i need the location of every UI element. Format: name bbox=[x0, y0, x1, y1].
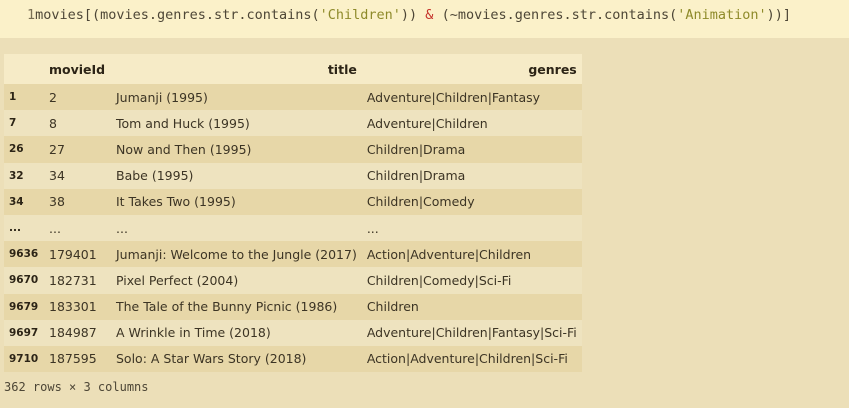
genres-cell: Children|Comedy bbox=[361, 188, 582, 215]
row-index: 9636 bbox=[4, 241, 44, 268]
movieid-cell: 183301 bbox=[44, 293, 111, 320]
code-line[interactable]: 1movies[(movies.genres.str.contains('Chi… bbox=[27, 0, 791, 30]
string-literal: 'Animation' bbox=[677, 7, 767, 23]
column-header-movieid: movieId bbox=[44, 54, 111, 84]
column-header-title: title bbox=[111, 54, 362, 84]
row-index: ... bbox=[4, 214, 44, 242]
row-index: 1 bbox=[4, 84, 44, 111]
genres-cell: Adventure|Children|Fantasy bbox=[361, 84, 582, 111]
row-index: 7 bbox=[4, 110, 44, 137]
string-literal: 'Children' bbox=[319, 7, 401, 23]
title-cell: ... bbox=[111, 214, 362, 242]
genres-cell: Children|Comedy|Sci-Fi bbox=[361, 267, 582, 294]
movieid-cell: ... bbox=[44, 214, 111, 242]
title-cell: Jumanji: Welcome to the Jungle (2017) bbox=[111, 241, 362, 268]
row-index: 9670 bbox=[4, 267, 44, 294]
table-row: 32 34 Babe (1995) Children|Drama bbox=[4, 162, 582, 189]
genres-cell: Action|Adventure|Children bbox=[361, 241, 582, 268]
line-number: 1 bbox=[27, 7, 36, 23]
genres-cell: Action|Adventure|Children|Sci-Fi bbox=[361, 345, 582, 373]
row-index: 9679 bbox=[4, 293, 44, 320]
movieid-cell: 184987 bbox=[44, 319, 111, 346]
code-segment: )) bbox=[400, 7, 418, 23]
code-segment: ))] bbox=[766, 7, 792, 23]
movieid-cell: 2 bbox=[44, 84, 111, 111]
title-cell: It Takes Two (1995) bbox=[111, 188, 362, 215]
title-cell: A Wrinkle in Time (2018) bbox=[111, 319, 362, 346]
genres-cell: Adventure|Children bbox=[361, 110, 582, 137]
code-segment: movies[(movies.genres.str.contains( bbox=[35, 7, 320, 23]
genres-cell: Children bbox=[361, 293, 582, 320]
table-row: 1 2 Jumanji (1995) Adventure|Children|Fanta… bbox=[4, 84, 582, 111]
row-index: 32 bbox=[4, 162, 44, 189]
title-cell: Pixel Perfect (2004) bbox=[111, 267, 362, 294]
movieid-cell: 8 bbox=[44, 110, 111, 137]
table-row: 9670 182731 Pixel Perfect (2004) Children|C… bbox=[4, 267, 582, 294]
title-cell: Now and Then (1995) bbox=[111, 136, 362, 163]
row-index: 26 bbox=[4, 136, 44, 163]
output-dataframe: movieId title genres 1 2 Jumanji (1995) Adv… bbox=[4, 54, 582, 373]
row-index: 34 bbox=[4, 188, 44, 215]
row-index: 9697 bbox=[4, 319, 44, 346]
header-row: movieId title genres bbox=[4, 54, 582, 84]
table-row: ............ bbox=[4, 214, 582, 242]
column-header-genres: genres bbox=[361, 54, 582, 84]
table-row: 9679 183301 The Tale of the Bunny Picnic (… bbox=[4, 293, 582, 320]
genres-cell: Children|Drama bbox=[361, 136, 582, 163]
movieid-cell: 187595 bbox=[44, 345, 111, 373]
row-index: 9710 bbox=[4, 345, 44, 373]
genres-cell: ... bbox=[361, 214, 582, 242]
movieid-cell: 34 bbox=[44, 162, 111, 189]
dataframe-shape: 362 rows × 3 columns bbox=[4, 380, 149, 394]
table-row: 34 38 It Takes Two (1995) Children|Comedy bbox=[4, 188, 582, 215]
movieid-cell: 182731 bbox=[44, 267, 111, 294]
table-row: 9710 187595 Solo: A Star Wars Story (2018)… bbox=[4, 345, 582, 373]
title-cell: Babe (1995) bbox=[111, 162, 362, 189]
operator: & bbox=[417, 7, 442, 23]
index-header bbox=[4, 54, 44, 84]
movieid-cell: 38 bbox=[44, 188, 111, 215]
movieid-cell: 179401 bbox=[44, 241, 111, 268]
table-row: 26 27 Now and Then (1995) Children|Drama bbox=[4, 136, 582, 163]
genres-cell: Children|Drama bbox=[361, 162, 582, 189]
title-cell: The Tale of the Bunny Picnic (1986) bbox=[111, 293, 362, 320]
movieid-cell: 27 bbox=[44, 136, 111, 163]
table-row: 9697 184987 A Wrinkle in Time (2018) Advent… bbox=[4, 319, 582, 346]
title-cell: Jumanji (1995) bbox=[111, 84, 362, 111]
genres-cell: Adventure|Children|Fantasy|Sci-Fi bbox=[361, 319, 582, 346]
title-cell: Solo: A Star Wars Story (2018) bbox=[111, 345, 362, 373]
code-cell[interactable]: 1movies[(movies.genres.str.contains('Chi… bbox=[0, 0, 849, 38]
table-row: 9636 179401 Jumanji: Welcome to the Jungle… bbox=[4, 241, 582, 268]
code-segment: (~movies.genres.str.contains( bbox=[441, 7, 678, 23]
table-row: 7 8 Tom and Huck (1995) Adventure|Children bbox=[4, 110, 582, 137]
title-cell: Tom and Huck (1995) bbox=[111, 110, 362, 137]
